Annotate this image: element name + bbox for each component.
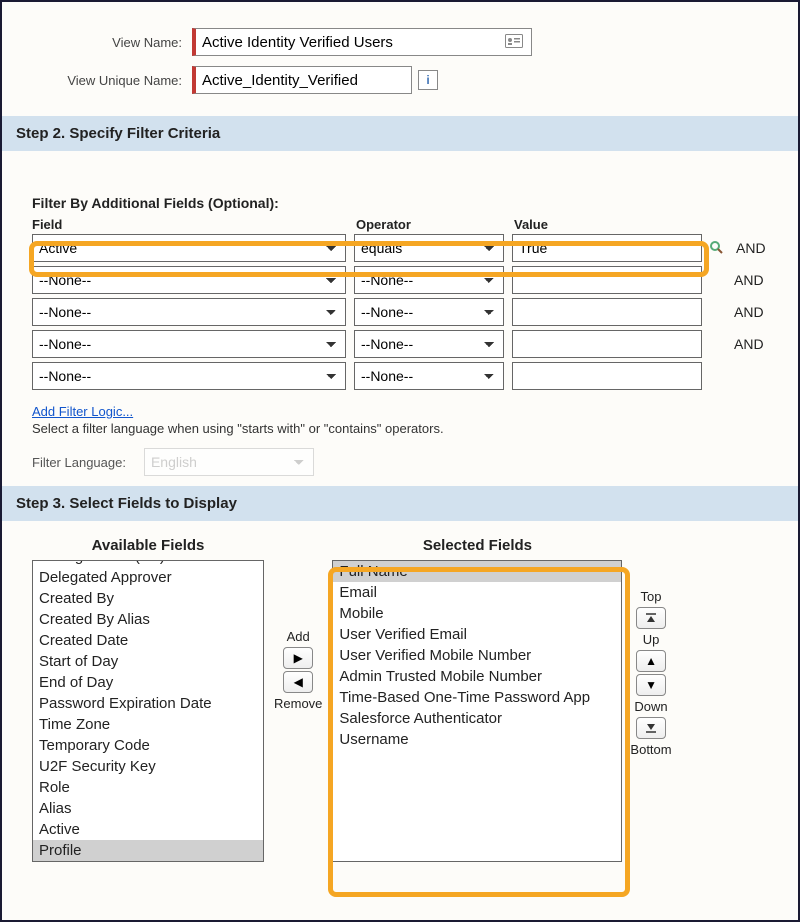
lookup-icon[interactable] xyxy=(708,239,726,257)
filter-operator-select[interactable]: --None-- xyxy=(354,266,504,294)
bottom-label: Bottom xyxy=(630,742,671,757)
add-label: Add xyxy=(287,629,310,644)
add-button[interactable]: ▶ xyxy=(283,647,313,669)
add-filter-logic-link[interactable]: Add Filter Logic... xyxy=(32,404,133,419)
available-fields-header: Available Fields xyxy=(92,537,205,554)
filter-row: --None-- --None-- AND xyxy=(32,298,780,326)
remove-label: Remove xyxy=(274,696,322,711)
list-item[interactable]: Password Expiration Date xyxy=(33,693,263,714)
filter-value-input[interactable] xyxy=(512,234,702,262)
list-item[interactable]: Alias xyxy=(33,798,263,819)
info-icon[interactable]: i xyxy=(418,70,438,90)
filter-row: --None-- --None-- AND xyxy=(32,330,780,358)
selected-fields-listbox[interactable]: Full NameEmailMobileUser Verified EmailU… xyxy=(332,560,622,862)
list-item[interactable]: Time-Based One-Time Password App xyxy=(333,687,621,708)
filter-by-heading: Filter By Additional Fields (Optional): xyxy=(32,195,780,211)
list-item[interactable]: Active xyxy=(33,819,263,840)
filter-language-select: English xyxy=(144,448,314,476)
filter-operator-select[interactable]: --None-- xyxy=(354,298,504,326)
top-button[interactable] xyxy=(636,607,666,629)
filter-field-select[interactable]: --None-- xyxy=(32,266,346,294)
and-label: AND xyxy=(734,336,764,352)
filter-value-input[interactable] xyxy=(512,330,702,358)
list-item[interactable]: U2F Security Key xyxy=(33,756,263,777)
available-fields-listbox[interactable]: Storage Used (KB)Delegated ApproverCreat… xyxy=(32,560,264,862)
list-item[interactable]: Temporary Code xyxy=(33,735,263,756)
list-item[interactable]: Storage Used (KB) xyxy=(33,560,263,567)
up-label: Up xyxy=(643,632,660,647)
view-name-label: View Name: xyxy=(22,35,192,50)
down-button[interactable]: ▼ xyxy=(636,674,666,696)
up-button[interactable]: ▲ xyxy=(636,650,666,672)
filter-operator-select[interactable]: --None-- xyxy=(354,362,504,390)
and-label: AND xyxy=(736,240,766,256)
bottom-button[interactable] xyxy=(636,717,666,739)
list-item[interactable]: Salesforce Authenticator xyxy=(333,708,621,729)
list-item[interactable]: Username xyxy=(333,729,621,750)
list-item[interactable]: Profile xyxy=(33,840,263,861)
filter-operator-select[interactable]: --None-- xyxy=(354,330,504,358)
view-name-input[interactable] xyxy=(192,28,532,56)
filter-field-select[interactable]: Active xyxy=(32,234,346,262)
filter-field-select[interactable]: --None-- xyxy=(32,362,346,390)
view-unique-name-label: View Unique Name: xyxy=(22,73,192,88)
list-item[interactable]: Email xyxy=(333,582,621,603)
filter-row: Active equals AND xyxy=(32,234,780,262)
list-item[interactable]: User Verified Email xyxy=(333,624,621,645)
filter-value-input[interactable] xyxy=(512,362,702,390)
down-label: Down xyxy=(634,699,667,714)
list-item[interactable]: Start of Day xyxy=(33,651,263,672)
list-item[interactable]: End of Day xyxy=(33,672,263,693)
list-item[interactable]: Time Zone xyxy=(33,714,263,735)
filter-row: --None-- --None-- xyxy=(32,362,780,390)
list-item[interactable]: Admin Trusted Mobile Number xyxy=(333,666,621,687)
view-unique-name-input[interactable] xyxy=(192,66,412,94)
list-item[interactable]: Role xyxy=(33,777,263,798)
filter-field-select[interactable]: --None-- xyxy=(32,298,346,326)
list-item[interactable]: Mobile xyxy=(333,603,621,624)
list-item[interactable]: Created By Alias xyxy=(33,609,263,630)
selected-fields-header: Selected Fields xyxy=(423,537,532,554)
list-item[interactable]: User Verified Mobile Number xyxy=(333,645,621,666)
list-item[interactable]: Delegated Approver xyxy=(33,567,263,588)
filter-value-input[interactable] xyxy=(512,266,702,294)
list-item[interactable]: Full Name xyxy=(333,561,621,582)
list-item[interactable]: Created By xyxy=(33,588,263,609)
filter-operator-select[interactable]: equals xyxy=(354,234,504,262)
filter-language-label: Filter Language: xyxy=(32,455,126,470)
remove-button[interactable]: ◀ xyxy=(283,671,313,693)
filter-value-input[interactable] xyxy=(512,298,702,326)
col-operator-label: Operator xyxy=(356,217,514,232)
and-label: AND xyxy=(734,304,764,320)
filter-row: --None-- --None-- AND xyxy=(32,266,780,294)
step3-header: Step 3. Select Fields to Display xyxy=(2,486,798,521)
and-label: AND xyxy=(734,272,764,288)
step2-header: Step 2. Specify Filter Criteria xyxy=(2,116,798,151)
col-value-label: Value xyxy=(514,217,709,232)
filter-field-select[interactable]: --None-- xyxy=(32,330,346,358)
list-item[interactable]: Created Date xyxy=(33,630,263,651)
top-label: Top xyxy=(641,589,662,604)
filter-hint-text: Select a filter language when using "sta… xyxy=(32,421,780,436)
col-field-label: Field xyxy=(32,217,356,232)
